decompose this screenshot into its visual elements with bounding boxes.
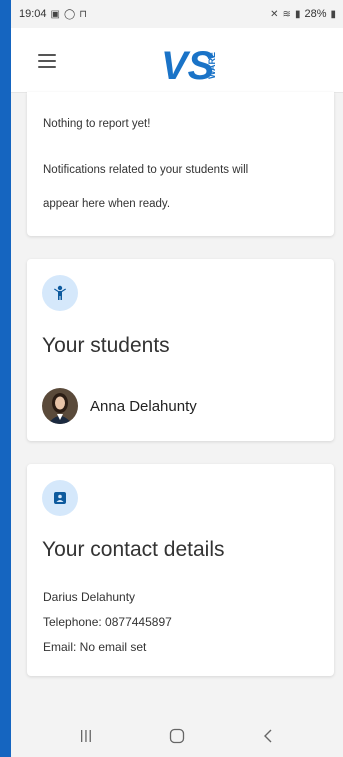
recent-apps-icon[interactable]	[66, 721, 106, 751]
students-title: Your students	[42, 334, 170, 357]
logo-word: WARE	[207, 52, 217, 79]
student-name: Anna Delahunty	[90, 397, 197, 415]
phone-screen: 19:04 ▣ ◯ ⊓ ✕ ≋ ▮ 28% ▮ VS WARE Nothing …	[11, 0, 343, 757]
whatsapp-icon: ◯	[63, 8, 76, 20]
system-nav-bar	[11, 715, 343, 757]
vsware-logo: VS WARE	[161, 44, 217, 85]
status-time: 19:04	[19, 8, 47, 20]
home-icon[interactable]	[157, 721, 197, 751]
contact-telephone: Telephone: 0877445897	[43, 615, 172, 629]
battery-icon: ▮	[330, 8, 336, 20]
back-icon[interactable]	[248, 721, 288, 751]
contact-email: Email: No email set	[43, 640, 147, 654]
gallery-icon: ▣	[50, 8, 60, 20]
status-bar-left: 19:04 ▣ ◯ ⊓	[19, 8, 87, 20]
student-list-item[interactable]: Anna Delahunty	[42, 388, 197, 424]
lock-icon: ⊓	[79, 8, 87, 20]
contact-name: Darius Delahunty	[43, 590, 136, 604]
hamburger-icon[interactable]	[38, 54, 56, 68]
status-bar-right: ✕ ≋ ▮ 28% ▮	[270, 8, 336, 20]
mute-icon: ✕	[270, 8, 279, 20]
student-avatar	[42, 388, 78, 424]
contact-title: Your contact details	[42, 538, 225, 561]
notifications-message-line2: appear here when ready.	[43, 198, 171, 210]
wifi-icon: ≋	[282, 8, 291, 20]
status-bar: 19:04 ▣ ◯ ⊓ ✕ ≋ ▮ 28% ▮	[11, 0, 343, 28]
contact-card-icon	[42, 480, 78, 516]
notifications-empty-title: Nothing to report yet!	[43, 118, 151, 130]
app-header: VS WARE	[11, 28, 343, 93]
signal-icon: ▮	[294, 8, 301, 20]
battery-percent: 28%	[304, 8, 327, 20]
main-content: Nothing to report yet! Notifications rel…	[11, 92, 343, 715]
contact-card: Your contact details Darius Delahunty Te…	[27, 464, 334, 676]
notifications-card: Nothing to report yet! Notifications rel…	[27, 92, 334, 236]
child-icon	[42, 275, 78, 311]
students-card: Your students Anna Delahunty	[27, 259, 334, 441]
notifications-message-line1: Notifications related to your students w…	[43, 164, 249, 176]
